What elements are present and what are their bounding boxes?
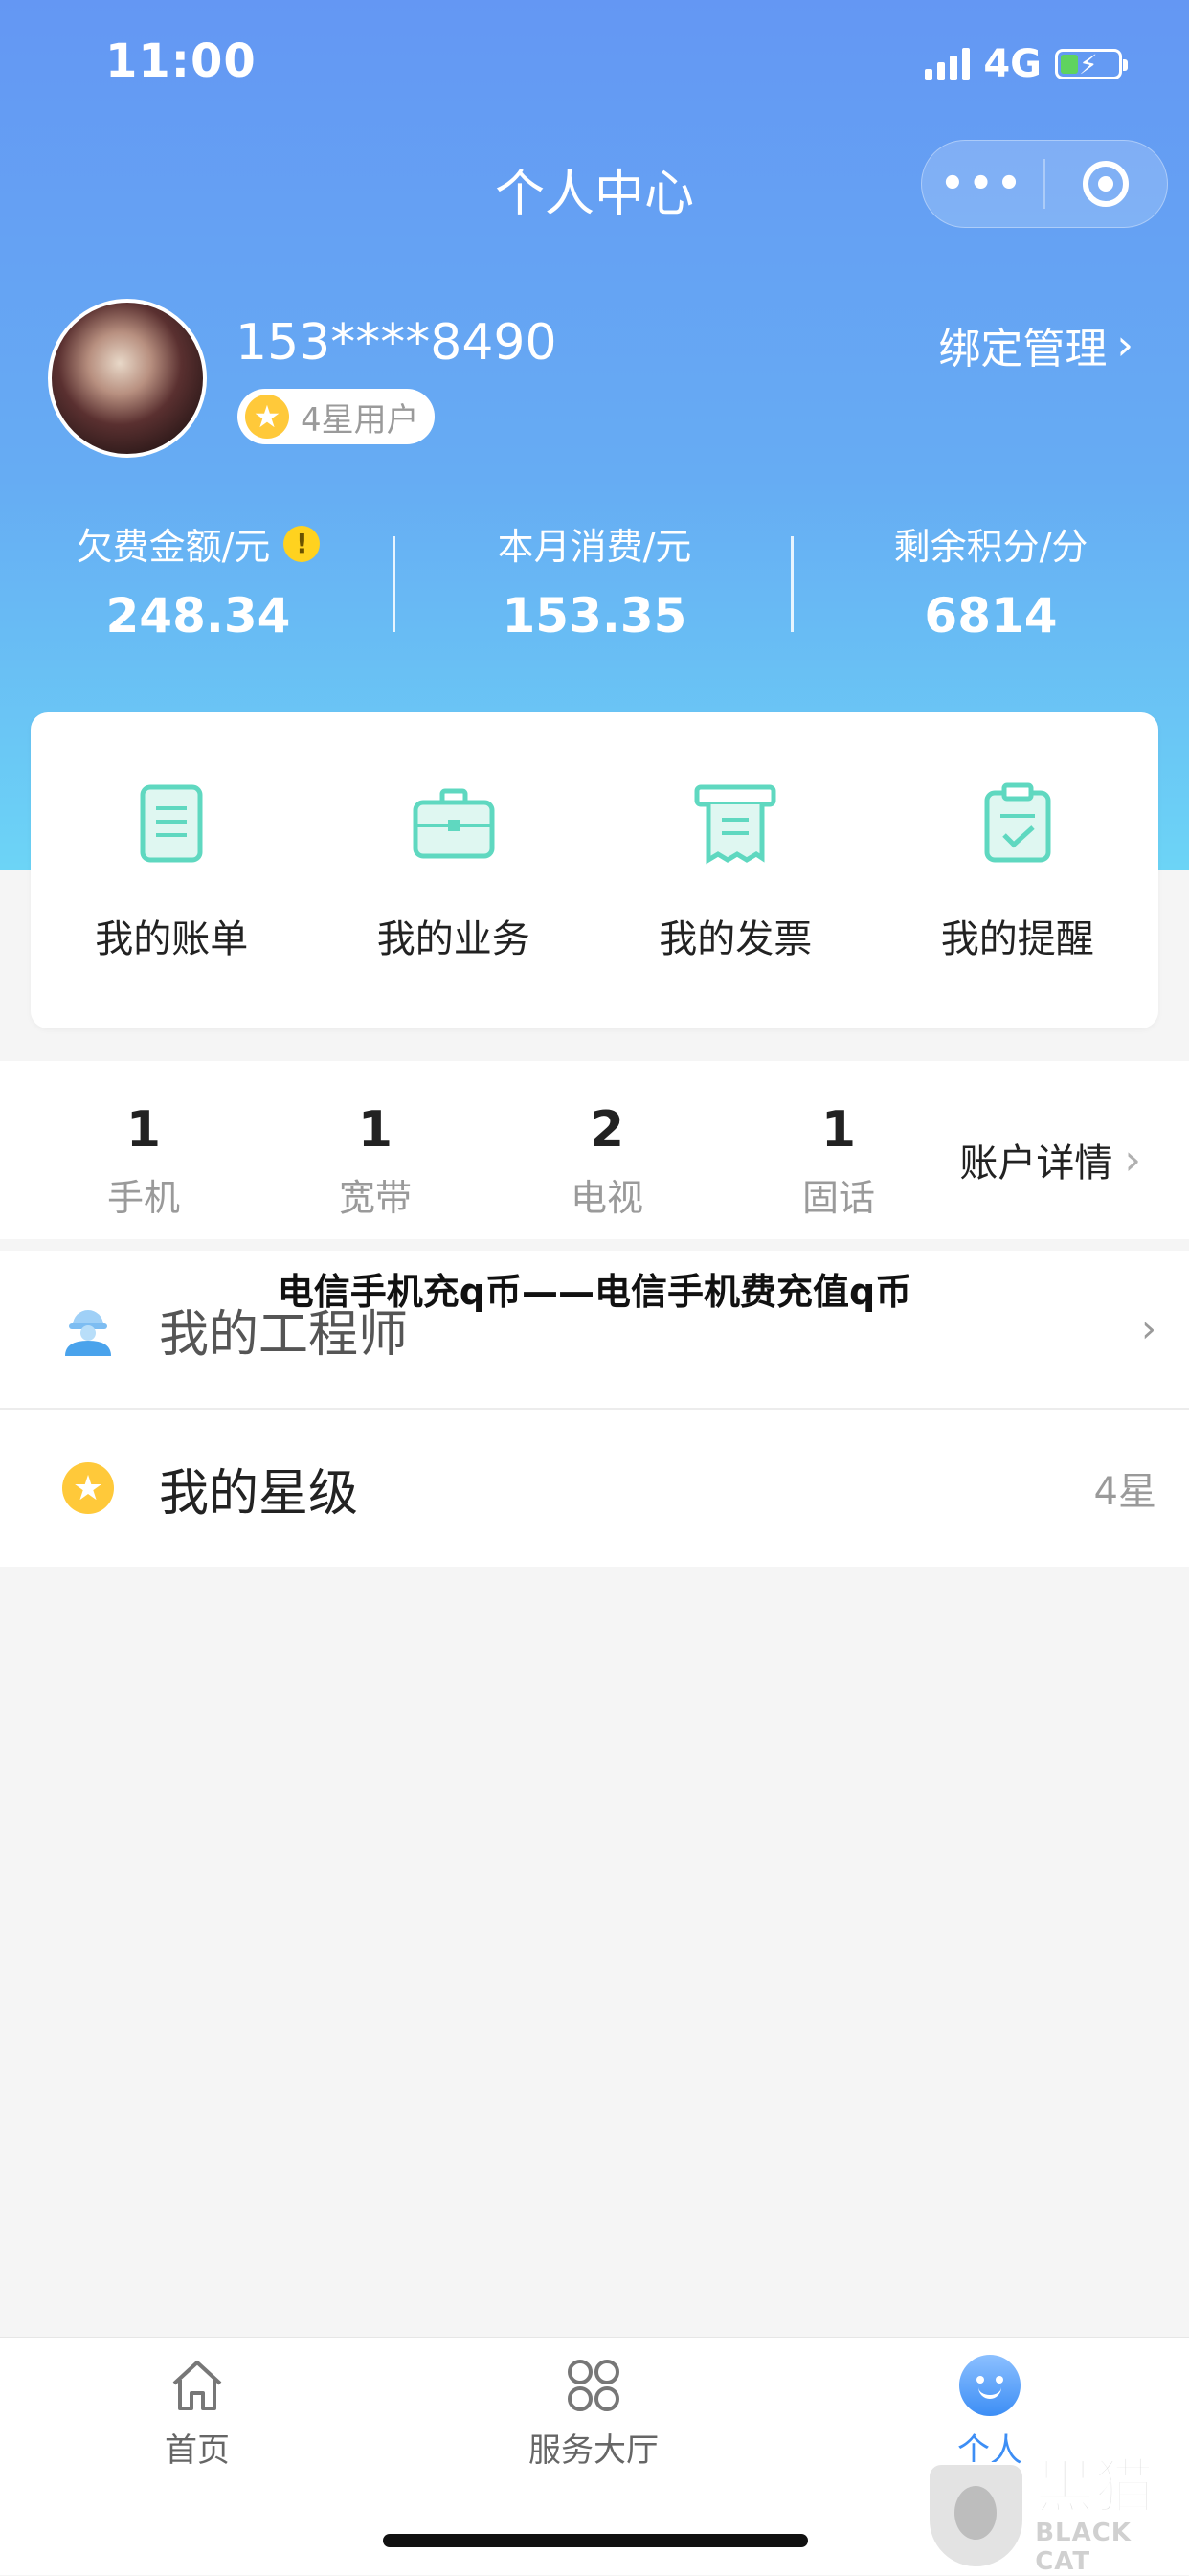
invoice-icon [694, 784, 776, 865]
my-star-level-row[interactable]: ★ 我的星级 4星 [0, 1410, 1189, 1567]
bind-management-label: 绑定管理 [938, 325, 1108, 373]
close-miniprogram-button[interactable] [1045, 161, 1167, 207]
bind-management-link[interactable]: 绑定管理 › [938, 314, 1133, 375]
smile-icon [959, 2355, 1021, 2416]
home-icon [172, 2361, 222, 2410]
stat-points-label[interactable]: 剩余积分/分 [793, 517, 1189, 570]
my-bill-button[interactable]: 我的账单 [31, 712, 313, 1028]
phone-number: 153****8490 [236, 314, 557, 372]
warning-icon: ! [283, 525, 321, 562]
battery-icon: ⚡ [1055, 49, 1128, 80]
stat-arrears-value[interactable]: 248.34 [0, 588, 396, 644]
quick-actions-card: 我的账单 我的业务 我的发票 我的提醒 [31, 712, 1158, 1028]
chevron-right-icon: › [1116, 320, 1133, 370]
home-indicator[interactable] [383, 2534, 808, 2547]
chevron-right-icon: › [1124, 1135, 1141, 1185]
watermark-logo: 黑猫 BLACK CAT [927, 2454, 1189, 2576]
briefcase-icon [413, 788, 495, 859]
status-time: 11:00 [105, 34, 257, 88]
overlay-caption: 电信手机充q币——电信手机费充值q币 [277, 1271, 912, 1313]
stat-monthly-spend-label[interactable]: 本月消费/元 [396, 517, 793, 570]
divider [393, 536, 395, 632]
my-invoice-button[interactable]: 我的发票 [594, 712, 877, 1028]
service-landline[interactable]: 1 固话 [781, 1101, 896, 1221]
stat-points-value[interactable]: 6814 [793, 588, 1189, 644]
miniprogram-capsule: ••• [921, 140, 1168, 228]
more-button[interactable]: ••• [922, 162, 1043, 206]
grid-icon [568, 2360, 619, 2411]
tab-home[interactable]: 首页 [101, 2355, 293, 2471]
signal-icon [925, 48, 971, 80]
star-level-value: 4星 [1093, 1470, 1156, 1514]
bill-icon [140, 784, 203, 863]
star-level-label: 4星用户 [301, 400, 419, 440]
status-indicators: 4G ⚡ [925, 42, 1128, 86]
service-tv[interactable]: 2 电视 [550, 1101, 664, 1221]
star-level-badge[interactable]: ★ 4星用户 [237, 389, 435, 444]
stat-arrears-label[interactable]: 欠费金额/元 ! [0, 517, 396, 570]
star-icon: ★ [62, 1462, 114, 1514]
cat-shield-icon [927, 2462, 1026, 2569]
tab-service-hall[interactable]: 服务大厅 [498, 2355, 689, 2471]
stat-monthly-spend-value[interactable]: 153.35 [396, 588, 793, 644]
my-reminder-button[interactable]: 我的提醒 [877, 712, 1159, 1028]
my-business-button[interactable]: 我的业务 [313, 712, 595, 1028]
target-icon [1083, 161, 1130, 207]
service-counts-panel: 1 手机 1 宽带 2 电视 1 固话 账户详情 › [0, 1061, 1189, 1239]
avatar[interactable] [48, 299, 207, 458]
star-icon: ★ [245, 395, 289, 439]
service-mobile[interactable]: 1 手机 [86, 1101, 201, 1221]
reminder-icon [984, 782, 1051, 863]
service-broadband[interactable]: 1 宽带 [318, 1101, 433, 1221]
account-detail-link[interactable]: 账户详情 › [959, 1132, 1141, 1187]
network-type: 4G [983, 42, 1042, 86]
